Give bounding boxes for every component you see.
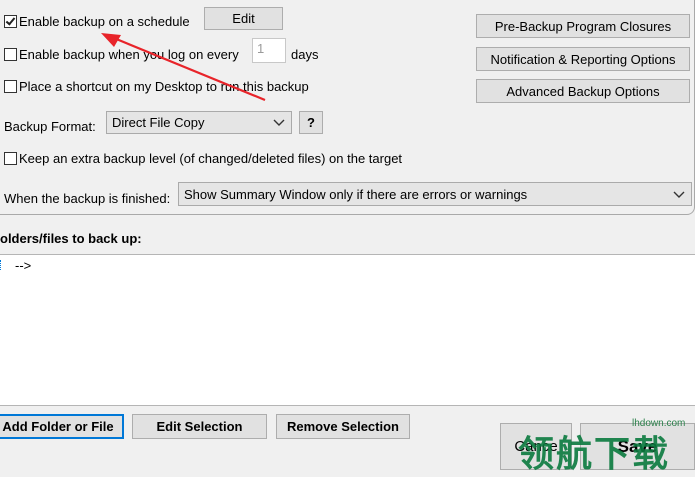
watermark-logo: 领航下载 (518, 433, 671, 474)
edit-selection-button[interactable]: Edit Selection (132, 414, 267, 439)
when-finished-select[interactable]: Show Summary Window only if there are er… (178, 182, 692, 206)
backup-format-label: Backup Format: (4, 119, 96, 134)
pre-backup-closures-button[interactable]: Pre-Backup Program Closures (476, 14, 690, 38)
backup-format-select[interactable]: Direct File Copy (106, 111, 292, 134)
backup-format-value: Direct File Copy (112, 115, 205, 130)
add-folder-file-button[interactable]: Add Folder or File (0, 414, 124, 439)
annotation-arrow-icon (101, 33, 266, 102)
enable-schedule-label[interactable]: Enable backup on a schedule (19, 14, 190, 30)
tree-node-icon (0, 260, 5, 270)
chevron-down-icon (673, 191, 685, 198)
chevron-down-icon (273, 119, 285, 126)
advanced-backup-options-button[interactable]: Advanced Backup Options (476, 79, 690, 103)
notification-reporting-button[interactable]: Notification & Reporting Options (476, 47, 690, 71)
when-finished-value: Show Summary Window only if there are er… (184, 186, 528, 202)
desktop-shortcut-checkbox[interactable] (4, 80, 17, 93)
files-section-title: olders/files to back up: (0, 231, 142, 246)
remove-selection-button[interactable]: Remove Selection (276, 414, 410, 439)
files-tree[interactable]: --> (0, 254, 695, 406)
tree-row-text[interactable]: --> (15, 258, 31, 274)
format-help-button[interactable]: ? (299, 111, 323, 134)
enable-schedule-checkbox[interactable] (4, 15, 17, 28)
extra-level-label[interactable]: Keep an extra backup level (of changed/d… (19, 151, 402, 167)
extra-level-checkbox[interactable] (4, 152, 17, 165)
edit-schedule-button[interactable]: Edit (204, 7, 283, 30)
when-finished-label: When the backup is finished: (4, 191, 171, 206)
days-label: days (291, 47, 319, 62)
logon-backup-checkbox[interactable] (4, 48, 17, 61)
